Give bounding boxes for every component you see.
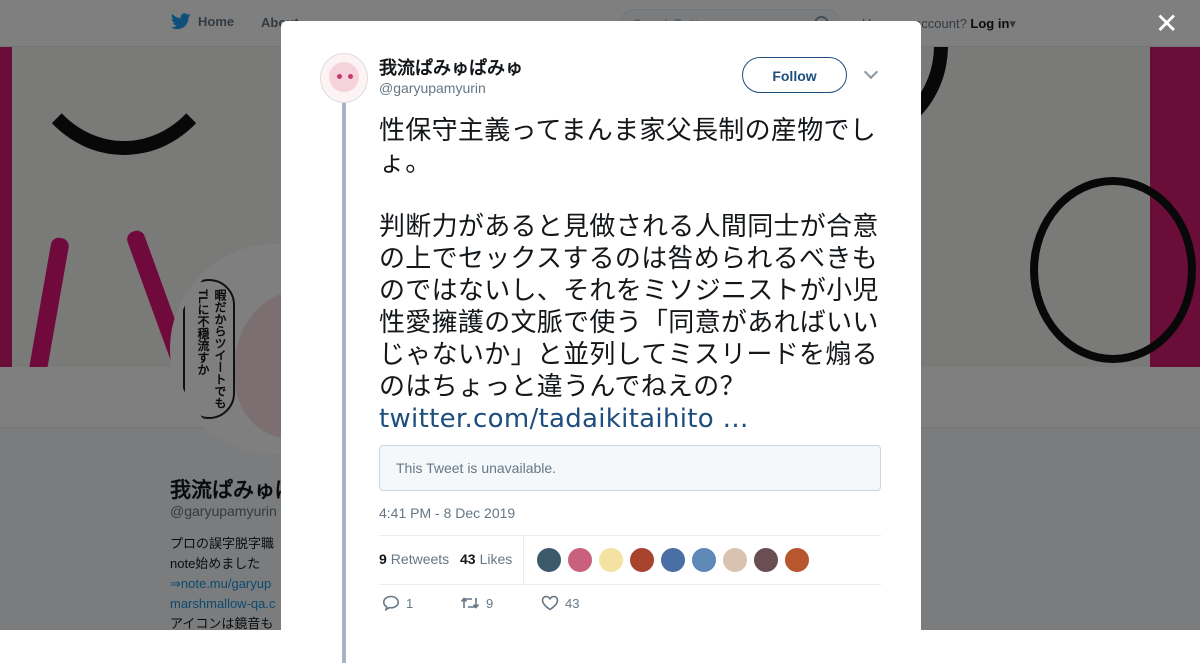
close-icon[interactable]: ✕ xyxy=(1155,10,1178,38)
likes-label: Likes xyxy=(479,551,513,567)
reply-count: 1 xyxy=(406,595,414,611)
retweet-icon xyxy=(460,597,480,609)
quoted-tweet-unavailable: This Tweet is unavailable. xyxy=(379,445,881,491)
tweet-link[interactable]: twitter.com/tadaikitaihito … xyxy=(379,404,749,434)
chevron-down-icon[interactable] xyxy=(863,64,879,80)
retweets-stat[interactable]: 9 Retweets xyxy=(379,551,449,567)
tweet-actions: 1 9 43 xyxy=(379,595,881,625)
likes-count: 43 xyxy=(460,551,476,567)
retweet-count: 9 xyxy=(486,595,494,611)
liker-avatar[interactable] xyxy=(629,547,655,573)
heart-icon xyxy=(541,595,559,611)
tweet-body: 性保守主義ってまんま家父長制の産物でしょ。 判断力があると見做される人間同士が合… xyxy=(379,116,879,402)
retweets-label: Retweets xyxy=(390,551,450,567)
tweet-text: 性保守主義ってまんま家父長制の産物でしょ。 判断力があると見做される人間同士が合… xyxy=(379,115,884,435)
tweet-author-handle[interactable]: @garyupamyurin xyxy=(379,80,486,96)
retweets-count: 9 xyxy=(379,551,387,567)
tweet-modal: 我流ぱみゅぱみゅ @garyupamyurin Follow 性保守主義ってまん… xyxy=(281,21,921,663)
tweet-author-name[interactable]: 我流ぱみゅぱみゅ xyxy=(379,54,523,80)
like-button[interactable]: 43 xyxy=(541,595,579,611)
likes-stat[interactable]: 43 Likes xyxy=(460,551,512,567)
reply-icon xyxy=(382,595,400,611)
liker-avatar[interactable] xyxy=(598,547,624,573)
retweet-button[interactable]: 9 xyxy=(460,595,493,611)
reply-button[interactable]: 1 xyxy=(382,595,413,611)
tweet-timestamp[interactable]: 4:41 PM - 8 Dec 2019 xyxy=(379,505,515,521)
liker-avatar[interactable] xyxy=(691,547,717,573)
tweet-author-avatar[interactable] xyxy=(320,53,368,103)
follow-button[interactable]: Follow xyxy=(742,57,847,93)
thread-line xyxy=(342,103,346,663)
liker-avatars xyxy=(536,547,810,573)
tweet-stats: 9 Retweets 43 Likes xyxy=(379,535,881,585)
liker-avatar[interactable] xyxy=(660,547,686,573)
liker-avatar[interactable] xyxy=(784,547,810,573)
liker-avatar[interactable] xyxy=(753,547,779,573)
liker-avatar[interactable] xyxy=(536,547,562,573)
liker-avatar[interactable] xyxy=(567,547,593,573)
liker-avatar[interactable] xyxy=(722,547,748,573)
like-count: 43 xyxy=(565,595,580,611)
